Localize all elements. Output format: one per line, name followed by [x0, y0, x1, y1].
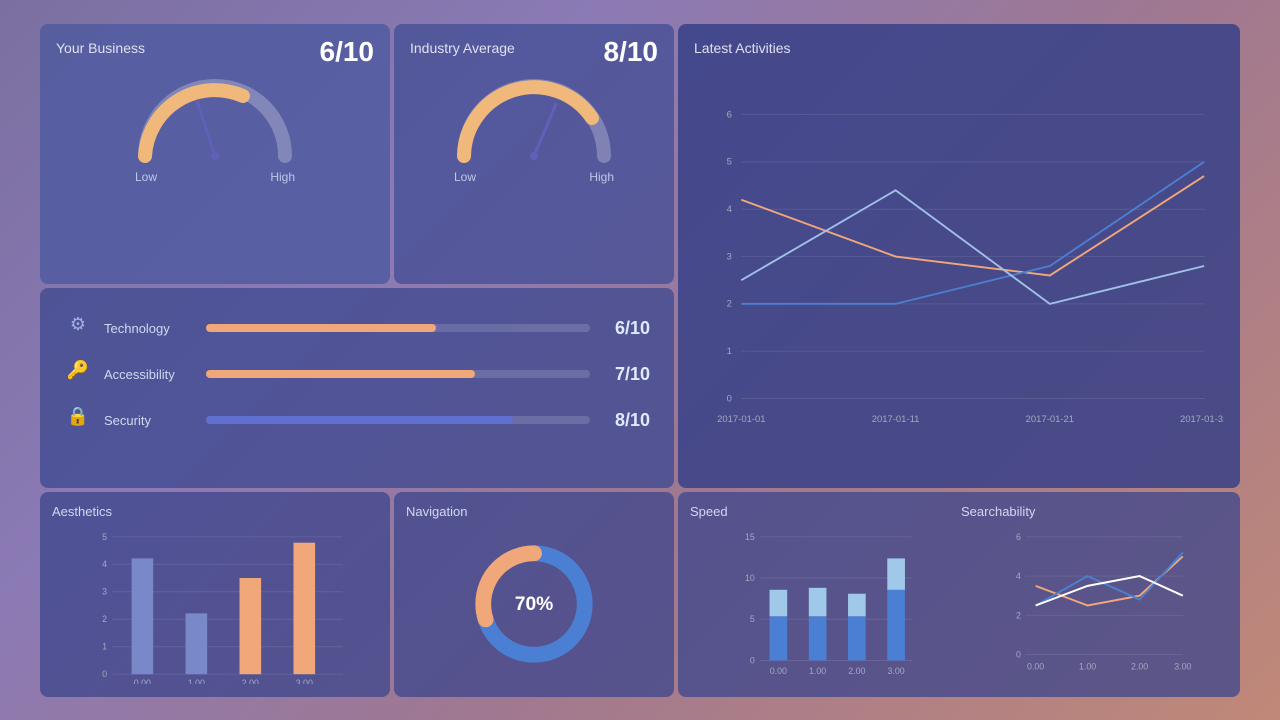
svg-text:4: 4 — [102, 559, 107, 569]
svg-text:2017-01-01: 2017-01-01 — [717, 414, 765, 425]
security-icon: 🔒 — [64, 406, 92, 434]
svg-text:3.00: 3.00 — [296, 678, 313, 684]
metric-accessibility: 🔑 Accessibility 7/10 — [64, 360, 650, 388]
svg-text:1.00: 1.00 — [809, 666, 826, 676]
industry-avg-card: Industry Average 8/10 Low High — [394, 24, 674, 284]
donut-svg: 70% — [464, 534, 604, 674]
technology-score: 6/10 — [602, 318, 650, 339]
gauge-high-industry: High — [589, 170, 614, 184]
your-business-gauge: Low High — [56, 66, 374, 184]
svg-text:0: 0 — [727, 393, 732, 404]
security-label: Security — [104, 413, 194, 428]
svg-text:2017-01-31: 2017-01-31 — [1180, 414, 1224, 425]
searchability-inner: Searchability 6 4 2 0 — [961, 504, 1228, 685]
gauge-svg-business — [125, 66, 305, 166]
metric-technology: ⚙ Technology 6/10 — [64, 314, 650, 342]
svg-text:0.00: 0.00 — [134, 678, 151, 684]
latest-activities-card: Latest Activities 6 5 4 3 2 1 0 2017-01-… — [678, 24, 1240, 488]
security-score: 8/10 — [602, 410, 650, 431]
svg-text:5: 5 — [750, 614, 755, 624]
industry-gauge: Low High — [410, 66, 658, 184]
gauge-svg-industry — [444, 66, 624, 166]
accessibility-icon: 🔑 — [64, 360, 92, 388]
accessibility-score: 7/10 — [602, 364, 650, 385]
svg-text:6: 6 — [727, 109, 732, 120]
navigation-donut: 70% — [406, 527, 662, 680]
svg-text:70%: 70% — [515, 594, 554, 615]
svg-text:0.00: 0.00 — [770, 666, 787, 676]
gauge-low-industry: Low — [454, 170, 476, 184]
your-business-score: 6/10 — [320, 36, 375, 68]
gauge-labels-industry: Low High — [454, 170, 614, 184]
technology-label: Technology — [104, 321, 194, 336]
metric-security: 🔒 Security 8/10 — [64, 406, 650, 434]
accessibility-label: Accessibility — [104, 367, 194, 382]
speed-card: Speed 15 10 5 0 — [678, 492, 1240, 697]
svg-text:2.00: 2.00 — [848, 666, 865, 676]
technology-icon: ⚙ — [64, 314, 92, 342]
industry-avg-score: 8/10 — [604, 36, 659, 68]
navigation-title: Navigation — [406, 504, 662, 519]
your-business-card: Your Business 6/10 Low High — [40, 24, 390, 284]
svg-text:1.00: 1.00 — [1079, 661, 1096, 671]
gauge-high-business: High — [270, 170, 295, 184]
gauge-low-business: Low — [135, 170, 157, 184]
security-bar — [206, 416, 590, 424]
accessibility-bar — [206, 370, 590, 378]
latest-activities-title: Latest Activities — [694, 40, 1224, 56]
svg-text:0: 0 — [102, 669, 107, 679]
speed-searchability-container: Speed 15 10 5 0 — [690, 504, 1228, 685]
svg-text:6: 6 — [1016, 532, 1021, 542]
svg-text:2.00: 2.00 — [242, 678, 259, 684]
svg-text:5: 5 — [727, 157, 732, 168]
svg-text:4: 4 — [727, 204, 732, 215]
searchability-chart: 6 4 2 0 0.00 1.00 2.00 3.00 — [961, 527, 1228, 684]
svg-text:2: 2 — [1016, 610, 1021, 620]
speed-chart: 15 10 5 0 — [690, 527, 957, 684]
svg-text:1: 1 — [727, 346, 732, 357]
svg-text:0: 0 — [750, 655, 755, 665]
svg-text:4: 4 — [1016, 571, 1021, 581]
svg-text:0.00: 0.00 — [1027, 661, 1044, 671]
technology-bar — [206, 324, 590, 332]
aesthetics-chart: 5 4 3 2 1 0 0.00 1.00 2.00 3.00 — [52, 527, 378, 684]
gauge-labels-business: Low High — [135, 170, 295, 184]
svg-text:2: 2 — [102, 614, 107, 624]
dashboard: Your Business 6/10 Low High Industry Ave… — [40, 24, 1240, 696]
aesthetics-card: Aesthetics 5 4 3 2 1 0 0.00 — [40, 492, 390, 697]
svg-text:2: 2 — [727, 299, 732, 310]
svg-text:2017-01-21: 2017-01-21 — [1026, 414, 1074, 425]
svg-text:3: 3 — [727, 251, 732, 262]
svg-text:5: 5 — [102, 532, 107, 542]
metrics-list: ⚙ Technology 6/10 🔑 Accessibility 7/10 — [56, 304, 658, 462]
navigation-card: Navigation 70% — [394, 492, 674, 697]
speed-inner: Speed 15 10 5 0 — [690, 504, 957, 685]
svg-text:15: 15 — [745, 532, 755, 542]
metrics-card: ⚙ Technology 6/10 🔑 Accessibility 7/10 — [40, 288, 674, 488]
svg-text:2.00: 2.00 — [1131, 661, 1148, 671]
svg-text:1.00: 1.00 — [188, 678, 205, 684]
svg-text:1: 1 — [102, 642, 107, 652]
svg-text:3: 3 — [102, 587, 107, 597]
svg-text:2017-01-11: 2017-01-11 — [872, 414, 920, 425]
aesthetics-title: Aesthetics — [52, 504, 378, 519]
speed-title: Speed — [690, 504, 957, 519]
svg-text:3.00: 3.00 — [888, 666, 905, 676]
svg-text:0: 0 — [1016, 650, 1021, 660]
latest-activities-chart: 6 5 4 3 2 1 0 2017-01-01 2017-01-11 2017… — [694, 64, 1224, 468]
svg-text:10: 10 — [745, 573, 755, 583]
searchability-title: Searchability — [961, 504, 1228, 519]
svg-text:3.00: 3.00 — [1174, 661, 1191, 671]
